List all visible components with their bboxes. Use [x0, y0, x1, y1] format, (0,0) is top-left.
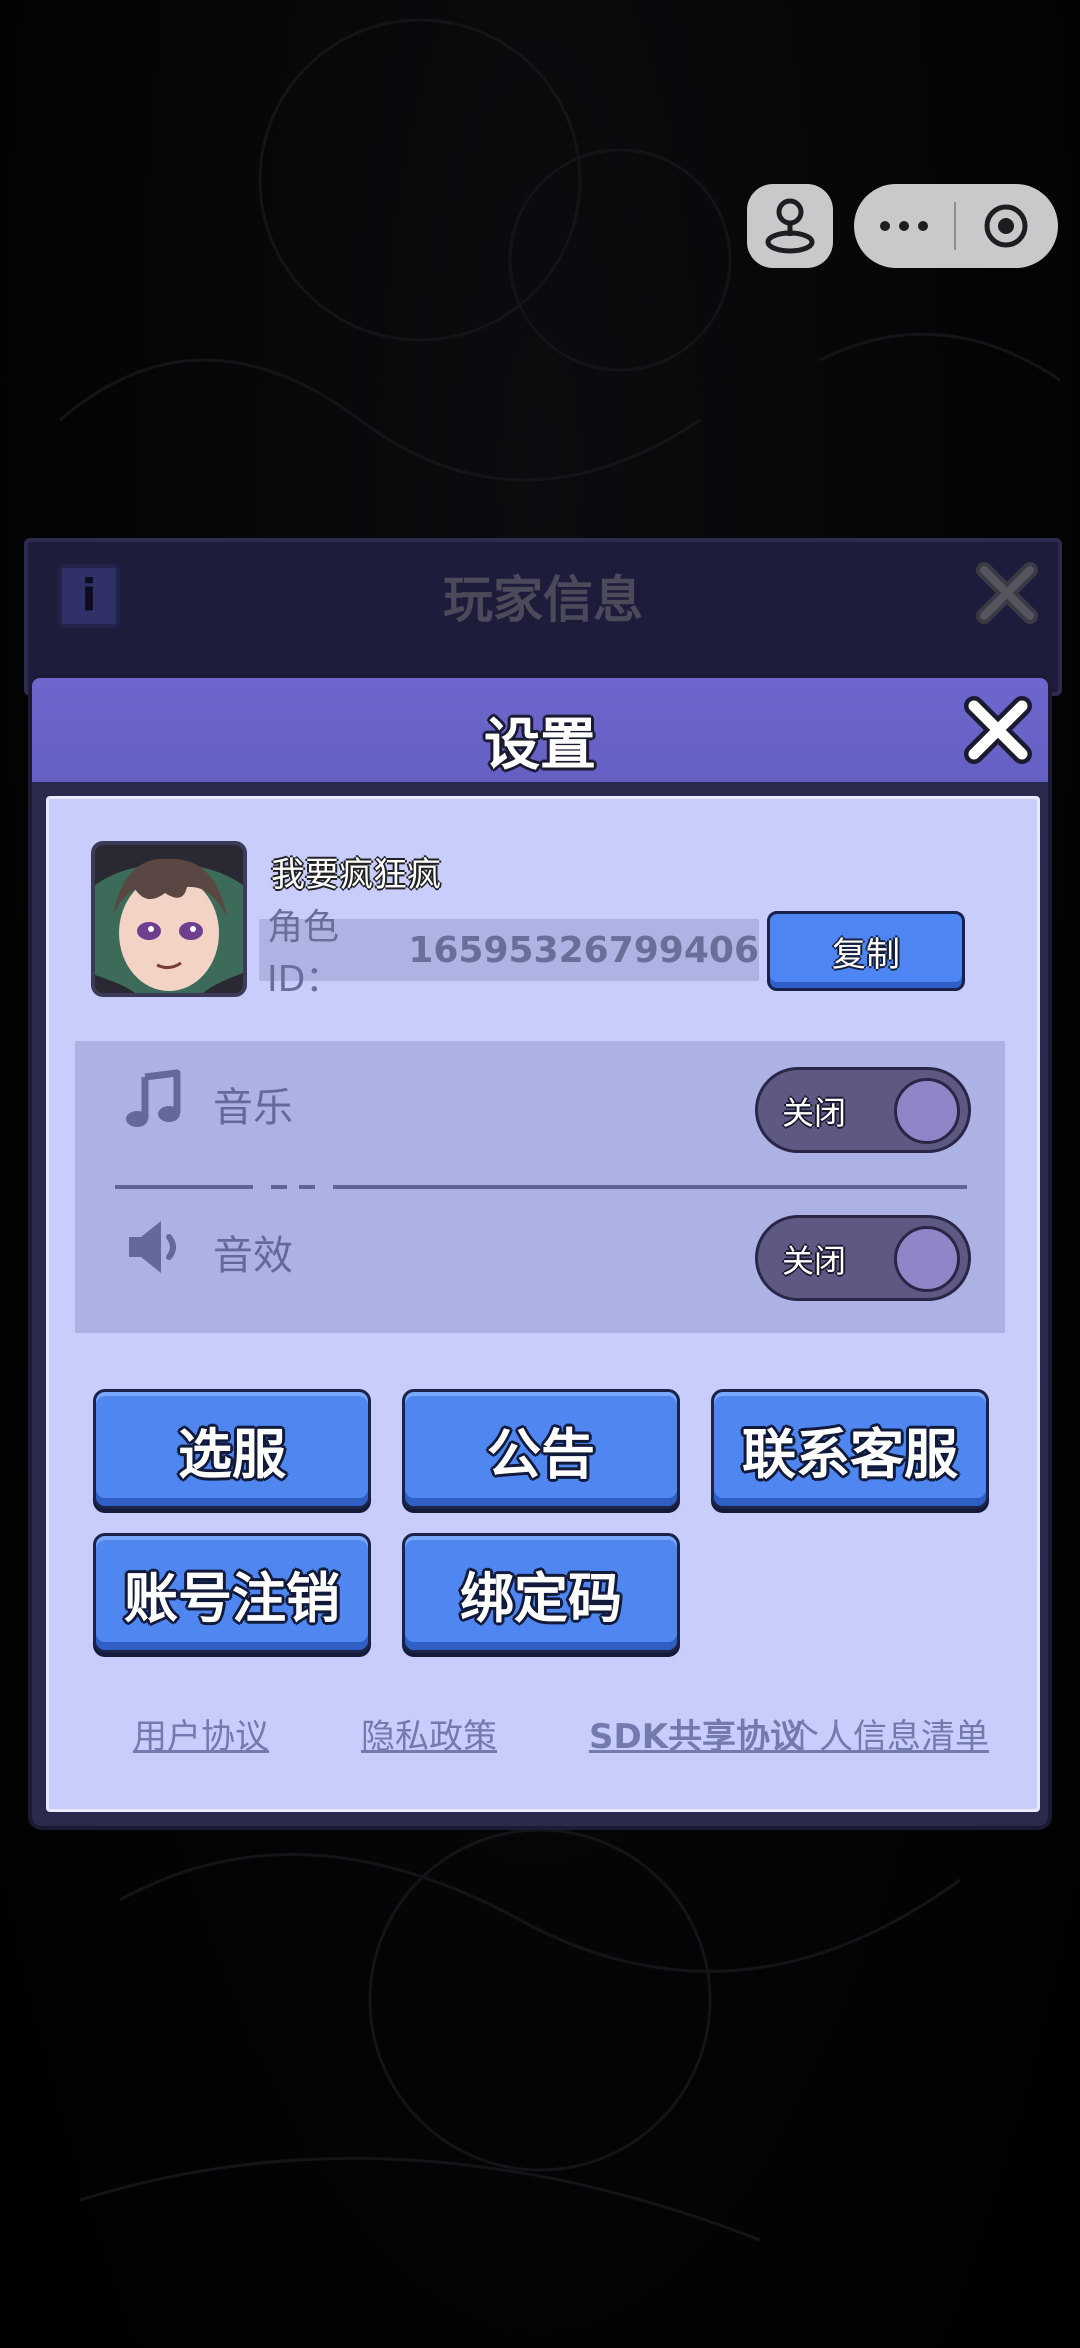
- close-icon[interactable]: [960, 692, 1036, 768]
- avatar-portrait: [95, 845, 243, 993]
- audio-settings-panel: 音乐 关闭 音效 关闭: [75, 1041, 1005, 1333]
- avatar: [91, 841, 247, 997]
- joystick-icon: [765, 198, 815, 254]
- music-label: 音乐: [213, 1085, 293, 1131]
- music-toggle-state: 关闭: [782, 1094, 847, 1132]
- exit-button[interactable]: [956, 184, 1056, 268]
- player-nickname: 我要疯狂疯: [271, 855, 441, 895]
- settings-header: 设置: [32, 678, 1048, 786]
- server-select-button[interactable]: 选服: [93, 1389, 371, 1509]
- bind-code-button[interactable]: 绑定码: [402, 1533, 680, 1653]
- toggle-knob: [894, 1226, 960, 1292]
- player-info-title: 玩家信息: [443, 571, 643, 629]
- privacy-policy-link[interactable]: 隐私政策: [361, 1709, 497, 1758]
- music-row: 音乐 关闭: [75, 1041, 1005, 1153]
- capsule-menu: [854, 184, 1058, 268]
- more-button[interactable]: [854, 184, 954, 268]
- sdk-sharing-link[interactable]: SDK共享协议: [589, 1709, 804, 1758]
- target-circle-icon: [984, 204, 1028, 248]
- sound-effect-label: 音效: [213, 1233, 293, 1279]
- sound-effect-toggle[interactable]: 关闭: [755, 1215, 971, 1301]
- sound-effect-toggle-state: 关闭: [782, 1242, 847, 1280]
- user-agreement-link[interactable]: 用户协议: [133, 1709, 269, 1758]
- game-screen: i 玩家信息 设置 我要疯狂疯 角色ID： 16595326799406 复制 …: [0, 0, 1080, 2348]
- toggle-knob: [894, 1078, 960, 1144]
- close-icon: [976, 562, 1038, 624]
- player-info-dialog: i 玩家信息: [24, 538, 1062, 696]
- music-note-icon: [126, 1069, 181, 1127]
- personal-info-list-link[interactable]: 个人信息清单: [785, 1709, 989, 1758]
- sound-effect-row: 音效 关闭: [75, 1189, 1005, 1301]
- game-center-button[interactable]: [747, 184, 833, 268]
- role-id-label: 角色ID：: [267, 907, 342, 1000]
- role-id-value: 16595326799406: [408, 929, 759, 971]
- role-id-box: 角色ID： 16595326799406: [259, 907, 759, 1000]
- contact-support-button[interactable]: 联系客服: [711, 1389, 989, 1509]
- settings-dialog: 设置 我要疯狂疯 角色ID： 16595326799406 复制 音乐 关闭 音…: [32, 678, 1048, 1826]
- music-toggle[interactable]: 关闭: [755, 1067, 971, 1153]
- speaker-icon: [129, 1221, 176, 1273]
- copy-button[interactable]: 复制: [767, 911, 965, 991]
- more-dots-icon: [880, 221, 928, 231]
- settings-title: 设置: [484, 713, 596, 778]
- account-cancel-button[interactable]: 账号注销: [93, 1533, 371, 1653]
- settings-body: 我要疯狂疯 角色ID： 16595326799406 复制 音乐 关闭 音效 关…: [46, 796, 1040, 1812]
- announcement-button[interactable]: 公告: [402, 1389, 680, 1509]
